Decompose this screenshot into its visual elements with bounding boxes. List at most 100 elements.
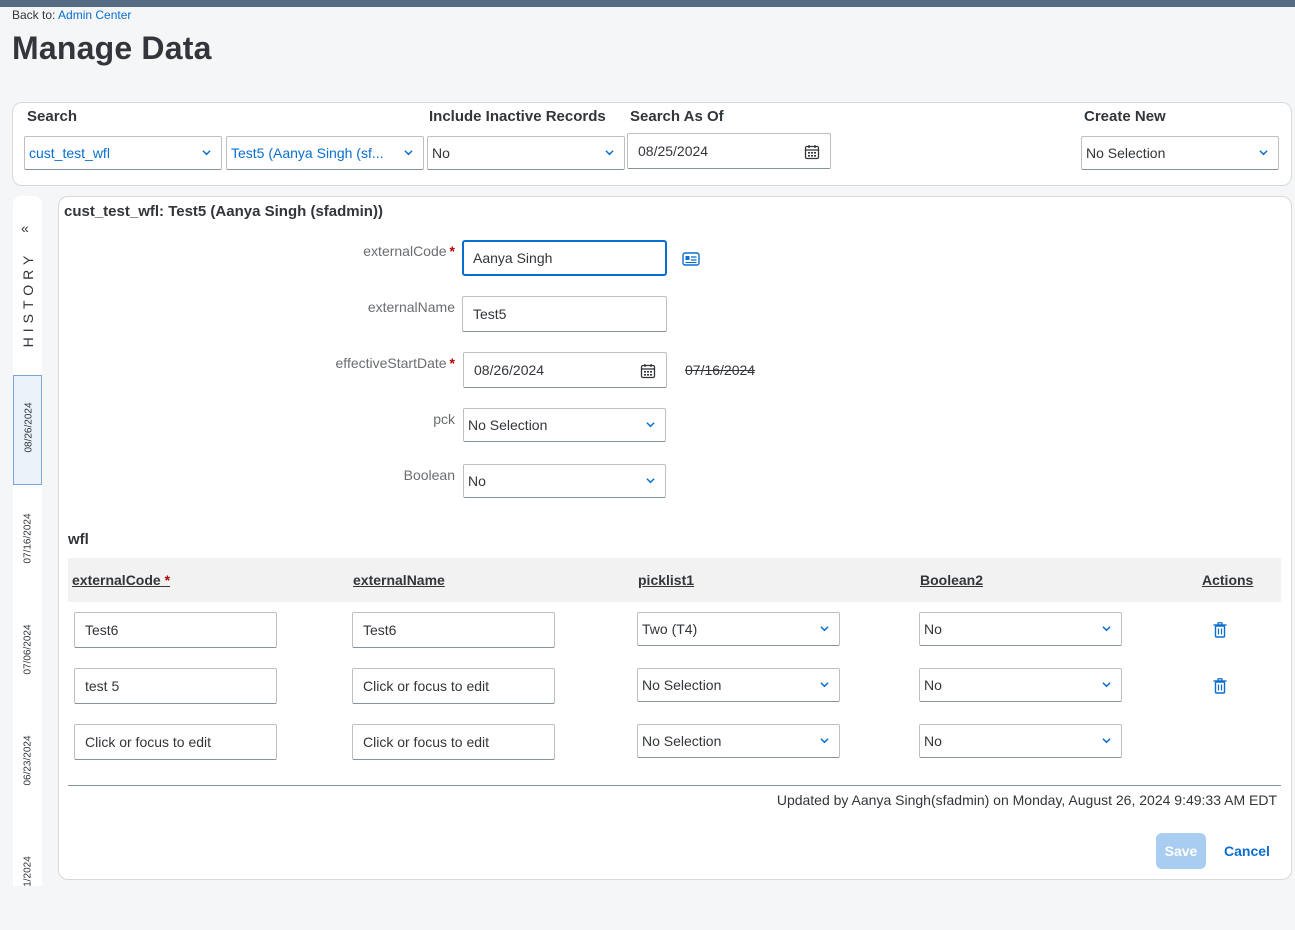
boolean-label: Boolean <box>403 467 455 483</box>
effectivestartdate-label: effectiveStartDate * <box>336 355 455 371</box>
required-marker: * <box>164 572 171 588</box>
row2-externalcode-input[interactable]: test 5 <box>74 668 277 704</box>
chevron-down-icon <box>605 150 614 156</box>
object-select-value: cust_test_wfl <box>29 145 110 161</box>
search-label: Search <box>27 108 78 125</box>
row3-boolean2-select[interactable]: No <box>919 724 1122 758</box>
cancel-button[interactable]: Cancel <box>1217 833 1277 869</box>
column-header-externalname[interactable]: externalName <box>353 572 445 588</box>
column-header-text: externalCode <box>72 572 161 588</box>
row1-externalcode-input[interactable]: Test6 <box>74 612 277 648</box>
cell-value: Click or focus to edit <box>85 734 212 750</box>
previous-start-date: 07/16/2024 <box>685 362 756 378</box>
required-marker: * <box>449 355 455 371</box>
effectivestartdate-value: 08/26/2024 <box>474 362 545 378</box>
history-date-item[interactable]: 07/06/2024 <box>13 598 42 708</box>
cell-value: No <box>924 733 942 749</box>
collapse-history-icon[interactable]: « <box>21 220 29 236</box>
calendar-icon[interactable] <box>804 144 820 160</box>
chevron-down-icon <box>1259 150 1268 156</box>
externalname-input[interactable]: Test5 <box>462 296 667 332</box>
object-select[interactable]: cust_test_wfl <box>24 136 222 170</box>
history-date-item[interactable]: 06/23/2024 <box>13 709 42 819</box>
last-updated-text: Updated by Aanya Singh(sfadmin) on Monda… <box>776 792 1277 808</box>
pck-select[interactable]: No Selection <box>463 408 666 442</box>
column-header-boolean2[interactable]: Boolean2 <box>920 572 983 588</box>
cell-value: Test6 <box>85 622 119 638</box>
save-button[interactable]: Save <box>1156 833 1206 869</box>
history-label: HISTORY <box>20 250 36 348</box>
chevron-down-icon <box>820 626 829 632</box>
externalname-label: externalName <box>367 299 455 315</box>
externalcode-value: Aanya Singh <box>473 250 553 266</box>
asof-date-input[interactable]: 08/25/2024 <box>627 133 831 169</box>
cell-value: Click or focus to edit <box>363 678 490 694</box>
delete-row-icon[interactable] <box>1213 622 1227 638</box>
record-select-value: Test5 (Aanya Singh (sf... <box>231 145 384 161</box>
externalcode-label: externalCode * <box>363 243 455 259</box>
create-new-value: No Selection <box>1086 145 1166 161</box>
inactive-label: Include Inactive Records <box>429 108 606 125</box>
search-panel: Search cust_test_wfl Test5 (Aanya Singh … <box>12 102 1292 186</box>
effectivestartdate-input[interactable]: 08/26/2024 <box>463 352 667 388</box>
record-card: cust_test_wfl: Test5 (Aanya Singh (sfadm… <box>58 196 1292 880</box>
admin-center-link[interactable]: Admin Center <box>58 8 131 22</box>
history-date-label: 07/06/2024 <box>22 624 34 675</box>
history-date-label: 08/26/2024 <box>23 402 35 453</box>
asof-date-value: 08/25/2024 <box>638 143 709 159</box>
wfl-table-header: externalCode * externalName picklist1 Bo… <box>68 558 1281 602</box>
history-date-label: 07/16/2024 <box>22 513 34 564</box>
inactive-select-value: No <box>432 145 450 161</box>
pck-label: pck <box>433 411 455 427</box>
cell-value: test 5 <box>85 678 120 694</box>
row3-picklist1-select[interactable]: No Selection <box>637 724 840 758</box>
back-link-row: Back to: Admin Center <box>12 8 131 22</box>
externalname-value: Test5 <box>473 306 507 322</box>
chevron-down-icon <box>1102 682 1111 688</box>
chevron-down-icon <box>646 478 655 484</box>
chevron-down-icon <box>820 738 829 744</box>
cell-value: Click or focus to edit <box>363 734 490 750</box>
row3-externalcode-input[interactable]: Click or focus to edit <box>74 724 277 760</box>
externalcode-input[interactable]: Aanya Singh <box>462 240 667 276</box>
footer-divider <box>68 785 1281 786</box>
chevron-down-icon <box>646 422 655 428</box>
column-header-externalcode[interactable]: externalCode * <box>72 572 170 588</box>
effectivestartdate-label-text: effectiveStartDate <box>335 355 447 371</box>
cell-value: No <box>924 677 942 693</box>
calendar-icon[interactable] <box>640 363 656 379</box>
create-new-select[interactable]: No Selection <box>1081 136 1279 170</box>
inactive-select[interactable]: No <box>427 136 625 170</box>
row2-externalname-input[interactable]: Click or focus to edit <box>352 668 555 704</box>
row1-picklist1-select[interactable]: Two (T4) <box>637 612 840 646</box>
required-marker: * <box>449 243 455 259</box>
externalcode-label-text: externalCode <box>363 243 447 259</box>
column-header-picklist1[interactable]: picklist1 <box>638 572 694 588</box>
page-title: Manage Data <box>12 30 212 66</box>
chevron-down-icon <box>1102 626 1111 632</box>
business-card-icon[interactable] <box>682 252 700 266</box>
history-date-item[interactable]: 1/2024 <box>13 820 42 930</box>
create-new-label: Create New <box>1084 108 1166 125</box>
chevron-down-icon <box>202 150 211 156</box>
history-date-item[interactable]: 07/16/2024 <box>13 487 42 597</box>
boolean-select[interactable]: No <box>463 464 666 498</box>
row2-boolean2-select[interactable]: No <box>919 668 1122 702</box>
history-sidebar: « HISTORY 08/26/2024 07/16/2024 07/06/20… <box>13 196 42 887</box>
column-header-actions: Actions <box>1202 572 1254 588</box>
record-title: cust_test_wfl: Test5 (Aanya Singh (sfadm… <box>64 203 383 220</box>
row1-boolean2-select[interactable]: No <box>919 612 1122 646</box>
record-select[interactable]: Test5 (Aanya Singh (sf... <box>226 136 424 170</box>
chevron-down-icon <box>820 682 829 688</box>
delete-row-icon[interactable] <box>1213 678 1227 694</box>
history-date-label: 1/2024 <box>22 856 34 887</box>
row3-externalname-input[interactable]: Click or focus to edit <box>352 724 555 760</box>
row1-externalname-input[interactable]: Test6 <box>352 612 555 648</box>
chevron-down-icon <box>404 150 413 156</box>
history-date-item[interactable]: 08/26/2024 <box>13 375 42 485</box>
top-bar <box>0 0 1295 7</box>
row2-picklist1-select[interactable]: No Selection <box>637 668 840 702</box>
cell-value: No Selection <box>642 677 722 693</box>
asof-label: Search As Of <box>630 108 724 125</box>
history-date-label: 06/23/2024 <box>22 735 34 786</box>
